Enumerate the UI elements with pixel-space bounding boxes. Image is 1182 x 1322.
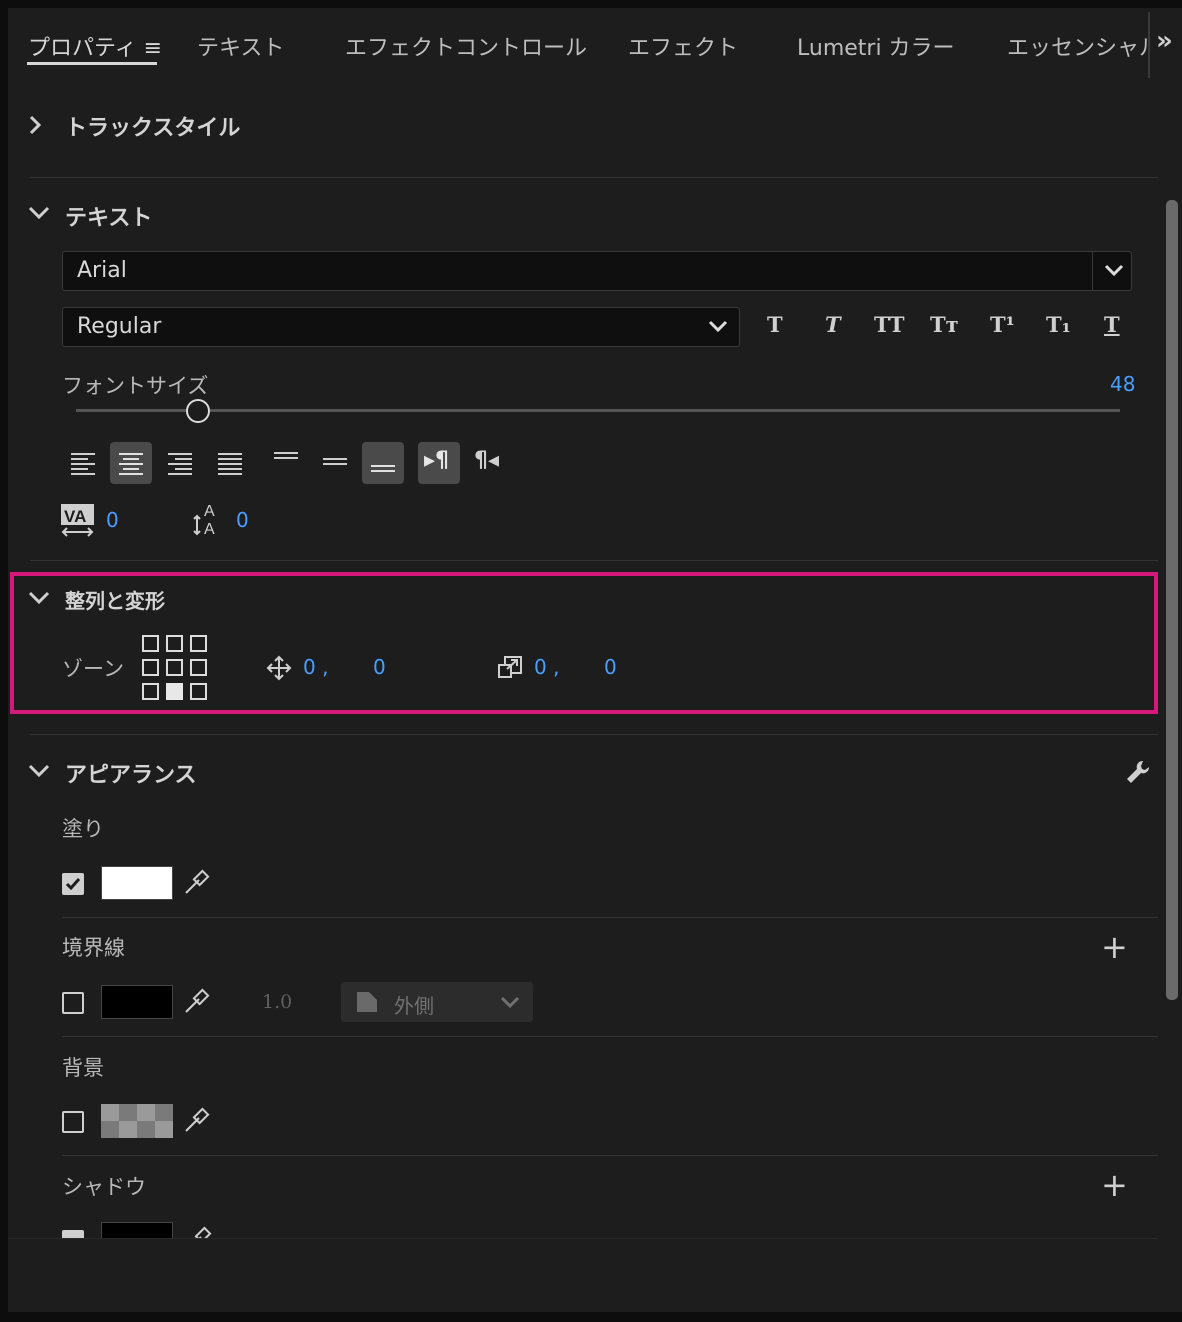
chevron-down-icon[interactable] [28, 205, 50, 221]
scale-y-value[interactable]: 0 [604, 655, 617, 679]
shadow-checkbox[interactable] [62, 1230, 84, 1238]
align-middle-icon[interactable] [322, 455, 348, 471]
leading-icon: A A [193, 503, 215, 538]
chevron-down-icon[interactable] [28, 763, 50, 779]
font-size-slider-handle[interactable] [186, 399, 210, 423]
position-y-value[interactable]: 0 [373, 655, 386, 679]
eyedropper-icon[interactable] [182, 869, 210, 897]
position-x-value[interactable]: 0 , [303, 655, 328, 679]
background-color-swatch[interactable] [101, 1104, 173, 1138]
underline-button[interactable]: T [1104, 312, 1120, 337]
font-family-dropdown[interactable]: Arial [62, 251, 1132, 291]
chevron-down-icon[interactable] [1103, 263, 1125, 279]
align-right-icon[interactable] [167, 450, 193, 476]
tab-separator [1148, 12, 1150, 78]
chevron-right-icon[interactable] [27, 114, 43, 136]
shadow-row-clip [8, 1222, 1158, 1238]
subscript-button[interactable]: T₁ [1046, 312, 1071, 337]
dropdown-separator [1092, 252, 1093, 290]
stroke-outside-icon [357, 992, 377, 1012]
section-title-appearance[interactable]: アピアランス [65, 757, 197, 789]
align-center-icon [119, 453, 143, 475]
font-size-label: フォントサイズ [62, 374, 209, 398]
fill-checkbox[interactable] [62, 873, 84, 895]
font-size-value[interactable]: 48 [1110, 372, 1135, 396]
add-shadow-plus-icon[interactable]: + [1101, 1166, 1128, 1204]
scale-x-value[interactable]: 0 , [534, 655, 559, 679]
tabs-overflow-icon[interactable]: » [1156, 26, 1173, 56]
section-title-text[interactable]: テキスト [65, 200, 152, 232]
align-bottom-icon [371, 465, 395, 472]
check-icon [65, 878, 81, 891]
svg-text:VA: VA [64, 507, 86, 526]
scrollbar[interactable] [1166, 200, 1178, 1000]
shadow-color-swatch[interactable] [101, 1222, 173, 1238]
zone-grid-icon[interactable] [141, 634, 211, 704]
small-caps-button[interactable]: Tт [930, 312, 959, 337]
background-checkbox[interactable] [62, 1111, 84, 1133]
stroke-label: 境界線 [62, 936, 125, 960]
divider [30, 560, 1158, 561]
eyedropper-icon[interactable] [182, 1107, 210, 1135]
italic-button[interactable]: T [825, 312, 841, 337]
section-title-align-transform[interactable]: 整列と変形 [65, 585, 165, 614]
tab-lumetri-color[interactable]: Lumetri カラー [797, 30, 955, 62]
chevron-down-icon [500, 996, 520, 1009]
rtl-paragraph-icon[interactable]: ¶◂ [474, 448, 499, 473]
fill-label: 塗り [62, 817, 104, 841]
divider [62, 917, 1158, 918]
section-title-track-style[interactable]: トラックスタイル [65, 110, 240, 142]
tab-text[interactable]: テキスト [197, 30, 284, 62]
stroke-checkbox[interactable] [62, 992, 84, 1014]
add-stroke-plus-icon[interactable]: + [1101, 928, 1128, 966]
divider [62, 1036, 1158, 1037]
stroke-position-value: 外側 [394, 994, 434, 1018]
all-caps-button[interactable]: TT [874, 312, 905, 337]
tab-essential[interactable]: エッセンシャル [1007, 30, 1147, 62]
font-family-value: Arial [77, 258, 127, 283]
divider [62, 1155, 1158, 1156]
align-top-icon[interactable] [273, 450, 299, 466]
align-left-icon[interactable] [70, 450, 96, 476]
zone-label: ゾーン [62, 657, 124, 681]
bold-button[interactable]: T [767, 312, 783, 337]
kerning-icon: VA [61, 504, 94, 537]
svg-text:A: A [204, 503, 215, 520]
eyedropper-icon[interactable] [182, 988, 210, 1016]
stroke-color-swatch[interactable] [101, 985, 173, 1019]
chevron-down-icon [708, 320, 728, 333]
font-size-slider-track[interactable] [76, 409, 1120, 412]
stroke-width-value[interactable]: 1.0 [262, 991, 292, 1013]
tab-effect-controls[interactable]: エフェクトコントロール [345, 30, 587, 62]
ltr-paragraph-icon: ▸¶ [424, 448, 450, 473]
kerning-value[interactable]: 0 [106, 508, 119, 532]
tab-effects[interactable]: エフェクト [628, 30, 738, 62]
svg-text:A: A [204, 521, 215, 538]
wrench-icon[interactable] [1124, 758, 1152, 786]
chevron-down-icon[interactable] [28, 590, 50, 606]
font-style-value: Regular [77, 314, 162, 339]
background-label: 背景 [62, 1056, 104, 1080]
divider [30, 734, 1158, 735]
leading-value[interactable]: 0 [236, 508, 249, 532]
eyedropper-icon[interactable] [184, 1226, 212, 1238]
tab-properties[interactable]: プロパティ ≡ [28, 30, 162, 62]
divider [30, 177, 1158, 178]
active-tab-indicator [27, 62, 157, 65]
fill-color-swatch[interactable] [101, 866, 173, 900]
superscript-button[interactable]: T¹ [990, 312, 1015, 337]
justify-icon[interactable] [217, 450, 243, 476]
move-icon [266, 655, 292, 681]
shadow-label: シャドウ [62, 1175, 146, 1199]
font-style-dropdown[interactable]: Regular [62, 307, 740, 347]
footer-divider [8, 1238, 1158, 1239]
scale-icon [498, 656, 522, 678]
